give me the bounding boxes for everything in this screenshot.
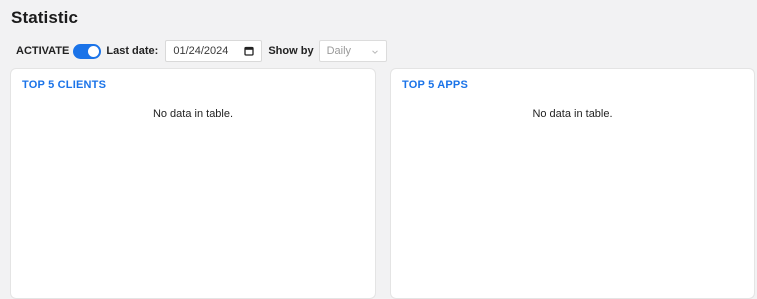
toggle-knob xyxy=(88,45,100,57)
last-date-value: 01/24/2024 xyxy=(173,45,229,57)
last-date-label: Last date: xyxy=(106,45,159,57)
activate-label: ACTIVATE xyxy=(16,45,70,57)
top-clients-title: TOP 5 CLIENTS xyxy=(22,79,107,91)
calendar-icon[interactable] xyxy=(243,45,255,57)
show-by-value: Daily xyxy=(326,45,352,57)
chevron-down-icon xyxy=(371,47,379,55)
statistic-page: Statistic ACTIVATE Last date: 01/24/2024… xyxy=(0,0,757,299)
show-by-label: Show by xyxy=(268,45,314,57)
top-apps-empty-message: No data in table. xyxy=(532,108,613,120)
top-apps-title: TOP 5 APPS xyxy=(402,79,468,91)
last-date-input[interactable]: 01/24/2024 xyxy=(165,40,263,62)
top-clients-panel: TOP 5 CLIENTS No data in table. xyxy=(10,68,376,299)
filter-toolbar: ACTIVATE Last date: 01/24/2024 Show by D… xyxy=(16,40,387,62)
activate-toggle[interactable] xyxy=(73,43,102,59)
top-clients-empty-message: No data in table. xyxy=(152,108,234,120)
page-title: Statistic xyxy=(11,8,79,27)
show-by-select[interactable]: Daily xyxy=(318,40,387,62)
top-apps-panel: TOP 5 APPS No data in table. xyxy=(390,68,755,299)
